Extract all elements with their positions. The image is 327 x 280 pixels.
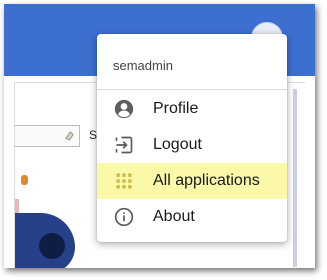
menu-item-label: Profile (153, 100, 199, 117)
menu-item-logout[interactable]: Logout (97, 127, 287, 163)
decorative-shape (21, 175, 28, 185)
menu-item-label: All applications (153, 172, 260, 189)
menu-item-label: About (153, 208, 195, 225)
apps-grid-icon (116, 173, 132, 189)
menu-username: semadmin (113, 58, 173, 73)
logout-icon (115, 136, 133, 154)
scrollbar[interactable] (293, 89, 297, 267)
menu-item-about[interactable]: About (97, 199, 287, 235)
menu-item-all-applications[interactable]: All applications (97, 163, 287, 199)
search-input[interactable] (15, 125, 80, 147)
decorative-illustration (39, 233, 65, 259)
clear-search-icon[interactable] (64, 130, 75, 141)
menu-item-profile[interactable]: Profile (97, 91, 287, 127)
user-menu-dropdown: semadmin Profile Logout All applications… (97, 34, 287, 242)
account-circle-icon (114, 99, 134, 119)
info-icon (114, 207, 134, 227)
menu-divider (97, 89, 287, 90)
menu-item-label: Logout (153, 136, 202, 153)
screenshot-frame: Se semadmin Profile Logout (4, 4, 315, 268)
